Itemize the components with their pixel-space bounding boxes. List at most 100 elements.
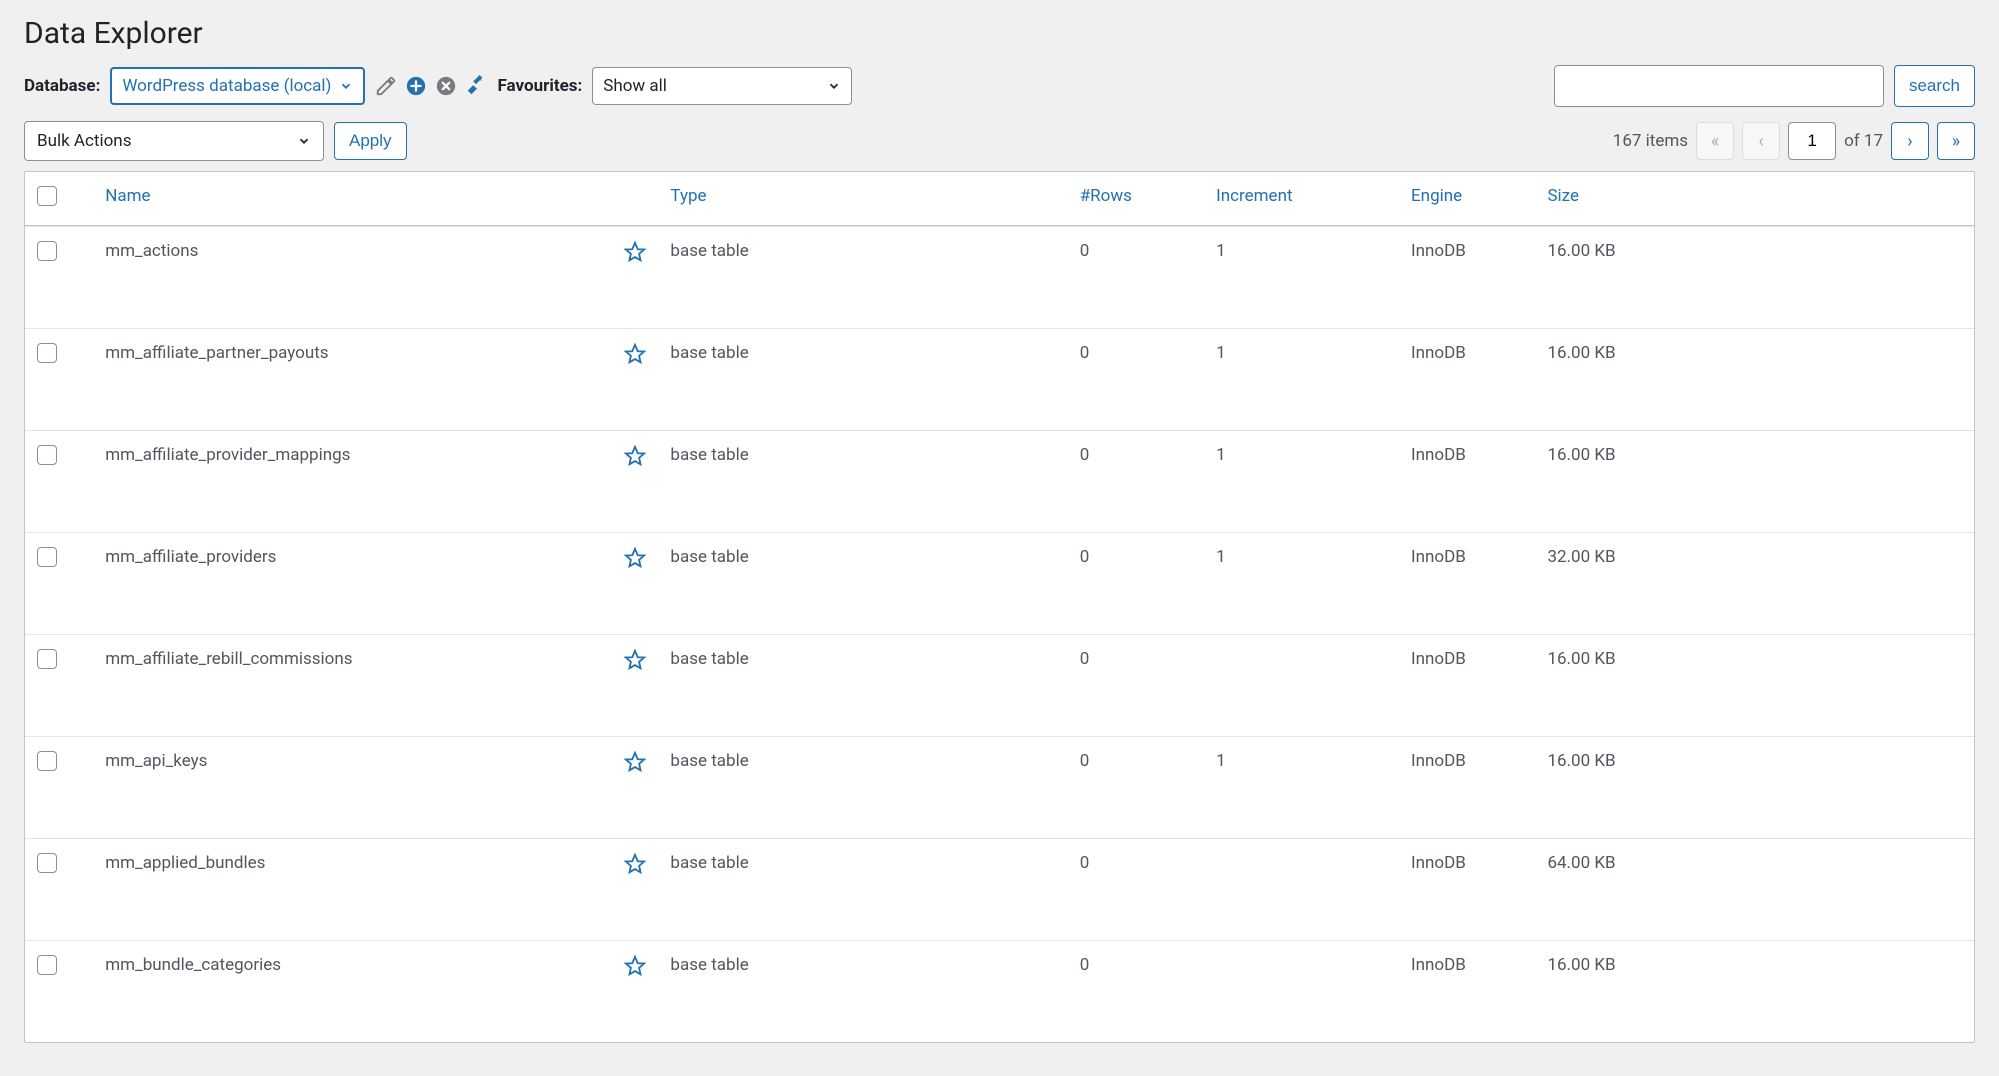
table-row: mm_affiliate_provider_mappings base table… xyxy=(25,430,1974,532)
row-rows: 0 xyxy=(1068,736,1204,838)
row-checkbox[interactable] xyxy=(37,343,57,363)
prev-page-button[interactable]: ‹ xyxy=(1742,122,1780,160)
search-input[interactable] xyxy=(1554,65,1884,107)
row-rows: 0 xyxy=(1068,430,1204,532)
bulk-actions-select[interactable]: Bulk Actions xyxy=(24,121,324,161)
col-rows[interactable]: #Rows xyxy=(1068,172,1204,226)
star-icon[interactable] xyxy=(624,241,646,268)
page-total: of 17 xyxy=(1844,131,1883,151)
star-icon[interactable] xyxy=(624,853,646,880)
row-name[interactable]: mm_actions xyxy=(105,241,198,261)
row-rows: 0 xyxy=(1068,532,1204,634)
row-type: base table xyxy=(658,532,1067,634)
items-count: 167 items xyxy=(1613,131,1688,151)
row-checkbox[interactable] xyxy=(37,241,57,261)
row-type: base table xyxy=(658,634,1067,736)
row-name[interactable]: mm_affiliate_rebill_commissions xyxy=(105,649,352,669)
search-button[interactable]: search xyxy=(1894,65,1975,107)
next-page-button[interactable]: › xyxy=(1891,122,1929,160)
row-engine: InnoDB xyxy=(1399,430,1535,532)
row-type: base table xyxy=(658,328,1067,430)
row-name[interactable]: mm_applied_bundles xyxy=(105,853,265,873)
star-icon[interactable] xyxy=(624,955,646,982)
row-increment: 1 xyxy=(1204,532,1399,634)
database-selected: WordPress database (local) xyxy=(122,76,331,96)
favourites-select[interactable]: Show all xyxy=(592,67,852,105)
row-size: 16.00 KB xyxy=(1535,634,1974,736)
first-page-button[interactable]: « xyxy=(1696,122,1734,160)
row-rows: 0 xyxy=(1068,328,1204,430)
database-select[interactable]: WordPress database (local) xyxy=(110,67,365,105)
pencil-icon[interactable] xyxy=(375,75,397,97)
row-engine: InnoDB xyxy=(1399,940,1535,1042)
row-checkbox[interactable] xyxy=(37,445,57,465)
row-checkbox[interactable] xyxy=(37,547,57,567)
row-increment: 1 xyxy=(1204,226,1399,328)
row-increment xyxy=(1204,940,1399,1042)
row-rows: 0 xyxy=(1068,226,1204,328)
row-name[interactable]: mm_bundle_categories xyxy=(105,955,281,975)
star-icon[interactable] xyxy=(624,445,646,472)
page-title: Data Explorer xyxy=(24,16,1975,51)
row-type: base table xyxy=(658,430,1067,532)
row-rows: 0 xyxy=(1068,634,1204,736)
row-rows: 0 xyxy=(1068,940,1204,1042)
col-name[interactable]: Name xyxy=(93,172,658,226)
row-size: 16.00 KB xyxy=(1535,430,1974,532)
row-engine: InnoDB xyxy=(1399,736,1535,838)
col-engine[interactable]: Engine xyxy=(1399,172,1535,226)
row-name[interactable]: mm_affiliate_partner_payouts xyxy=(105,343,328,363)
toolbar-secondary: Bulk Actions Apply 167 items « ‹ of 17 ›… xyxy=(24,121,1975,161)
table-row: mm_api_keysbase table01InnoDB16.00 KB xyxy=(25,736,1974,838)
row-engine: InnoDB xyxy=(1399,634,1535,736)
row-checkbox[interactable] xyxy=(37,751,57,771)
col-type[interactable]: Type xyxy=(658,172,1067,226)
row-name[interactable]: mm_affiliate_provider_mappings xyxy=(105,445,350,465)
database-label: Database: xyxy=(24,76,100,96)
pagination: 167 items « ‹ of 17 › » xyxy=(1613,122,1975,160)
row-engine: InnoDB xyxy=(1399,226,1535,328)
row-engine: InnoDB xyxy=(1399,838,1535,940)
table-row: mm_applied_bundlesbase table0InnoDB64.00… xyxy=(25,838,1974,940)
row-increment: 1 xyxy=(1204,430,1399,532)
favourites-label: Favourites: xyxy=(497,76,582,96)
apply-button[interactable]: Apply xyxy=(334,122,407,160)
table-row: mm_affiliate_partner_payouts base table01… xyxy=(25,328,1974,430)
row-checkbox[interactable] xyxy=(37,649,57,669)
row-checkbox[interactable] xyxy=(37,955,57,975)
row-increment: 1 xyxy=(1204,328,1399,430)
plus-circle-icon[interactable] xyxy=(405,75,427,97)
table-row: mm_affiliate_providersbase table01InnoDB… xyxy=(25,532,1974,634)
favourites-selected: Show all xyxy=(603,76,667,96)
row-size: 64.00 KB xyxy=(1535,838,1974,940)
star-icon[interactable] xyxy=(624,751,646,778)
chevron-down-icon xyxy=(827,79,841,93)
col-increment[interactable]: Increment xyxy=(1204,172,1399,226)
row-name[interactable]: mm_api_keys xyxy=(105,751,207,771)
star-icon[interactable] xyxy=(624,547,646,574)
col-size[interactable]: Size xyxy=(1535,172,1974,226)
row-type: base table xyxy=(658,940,1067,1042)
last-page-button[interactable]: » xyxy=(1937,122,1975,160)
x-circle-icon[interactable] xyxy=(435,75,457,97)
row-engine: InnoDB xyxy=(1399,328,1535,430)
chevron-down-icon xyxy=(339,79,353,93)
sweep-icon[interactable] xyxy=(465,75,487,97)
row-size: 16.00 KB xyxy=(1535,940,1974,1042)
row-size: 16.00 KB xyxy=(1535,226,1974,328)
star-icon[interactable] xyxy=(624,343,646,370)
row-checkbox[interactable] xyxy=(37,853,57,873)
page-number-input[interactable] xyxy=(1788,122,1836,160)
row-increment xyxy=(1204,634,1399,736)
toolbar-primary: Database: WordPress database (local) Fav… xyxy=(24,65,1975,107)
star-icon[interactable] xyxy=(624,649,646,676)
table-row: mm_bundle_categories base table0 InnoDB16.… xyxy=(25,940,1974,1042)
select-all-checkbox[interactable] xyxy=(37,186,57,206)
row-rows: 0 xyxy=(1068,838,1204,940)
db-actions xyxy=(375,75,487,97)
row-name[interactable]: mm_affiliate_providers xyxy=(105,547,276,567)
chevron-down-icon xyxy=(297,134,311,148)
row-increment: 1 xyxy=(1204,736,1399,838)
row-type: base table xyxy=(658,736,1067,838)
table-row: mm_affiliate_rebill_commissions base tabl… xyxy=(25,634,1974,736)
